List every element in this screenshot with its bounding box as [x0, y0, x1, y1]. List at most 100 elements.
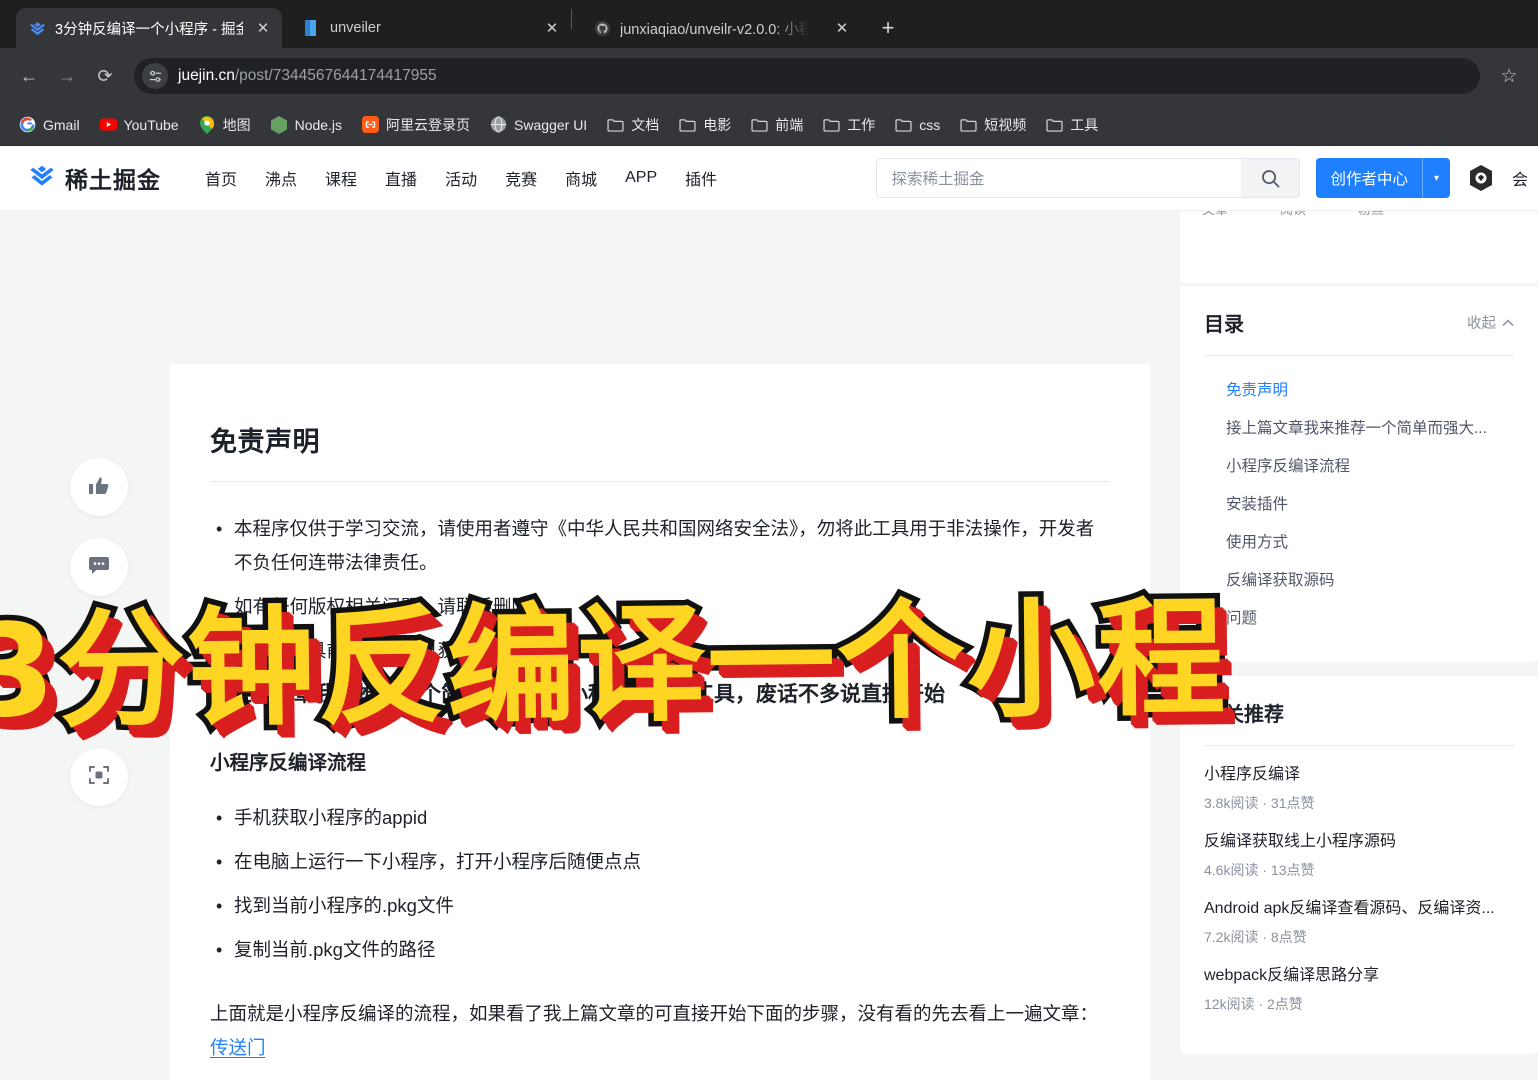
recommendation-title: 反编译获取线上小程序源码	[1204, 833, 1397, 850]
toc-item-3[interactable]: 安装插件	[1204, 486, 1514, 524]
bookmark-maps[interactable]: 地图	[190, 110, 260, 140]
bookmark-label: Swagger UI	[514, 116, 588, 133]
juejin-logo-icon	[28, 162, 56, 195]
comment-button[interactable]	[70, 538, 128, 596]
stat-label-reads: 阅读	[1280, 211, 1306, 218]
list-item: 手机获取小程序的appid	[210, 801, 1110, 835]
nav-item-live[interactable]: 直播	[371, 166, 431, 190]
toc-divider	[1204, 355, 1514, 356]
folder-icon	[960, 116, 977, 133]
list-item[interactable]: webpack反编译思路分享 12k阅读 · 2点赞	[1204, 963, 1514, 1014]
bookmark-youtube[interactable]: YouTube	[91, 111, 188, 138]
bookmark-label: 工具	[1070, 116, 1099, 133]
nav-item-feidian[interactable]: 沸点	[251, 166, 311, 190]
github-icon	[593, 19, 611, 37]
tab-divider	[571, 9, 572, 29]
reload-button[interactable]: ⟳	[88, 59, 122, 93]
search-box[interactable]: 探索稀土掘金	[876, 158, 1301, 198]
recommendation-title: webpack反编译思路分享	[1204, 967, 1380, 984]
author-stats-panel: 文章 阅读 粉丝	[1180, 211, 1538, 283]
nav-item-home[interactable]: 首页	[191, 166, 251, 190]
chevron-down-icon[interactable]: ▾	[1421, 158, 1450, 198]
nav-item-activity[interactable]: 活动	[431, 166, 491, 190]
bookmark-label: YouTube	[123, 116, 179, 133]
back-button[interactable]: ←	[12, 59, 46, 93]
address-bar[interactable]: juejin.cn/post/7344567644174417955	[134, 58, 1480, 94]
tab-title: unveiler	[330, 20, 381, 36]
like-button[interactable]	[70, 458, 128, 516]
bookmark-label: 工作	[847, 116, 876, 133]
forward-button[interactable]: →	[50, 59, 84, 93]
gmail-icon	[19, 116, 36, 133]
site-nav: 首页 沸点 课程 直播 活动 竞赛 商城 APP 插件	[191, 166, 731, 190]
toc-item-0[interactable]: 免责声明	[1204, 372, 1514, 410]
browser-tab-2[interactable]: junxiaqiao/unveilr-v2.0.0: 小程 ✕	[581, 8, 861, 48]
nav-item-plugin[interactable]: 插件	[671, 166, 731, 190]
nav-item-app[interactable]: APP	[611, 169, 671, 187]
toc-item-6[interactable]: 问题	[1204, 600, 1514, 638]
fullscreen-button[interactable]	[70, 748, 128, 806]
search-input[interactable]: 探索稀土掘金	[877, 167, 1241, 189]
browser-tab-0[interactable]: 3分钟反编译一个小程序 - 掘金 ✕	[16, 8, 282, 48]
juejin-icon	[28, 19, 46, 37]
bookmark-folder-duanshipin[interactable]: 短视频	[951, 110, 1035, 140]
tab-close-button[interactable]: ✕	[831, 17, 853, 39]
bookmark-folder-gongju[interactable]: 工具	[1037, 110, 1107, 140]
page-viewport: 稀土掘金 首页 沸点 课程 直播 活动 竞赛 商城 APP 插件 探索稀土掘金	[0, 146, 1538, 1080]
toc-collapse-button[interactable]: 收起	[1467, 312, 1514, 333]
toc-item-5[interactable]: 反编译获取源码	[1204, 562, 1514, 600]
folder-icon	[1046, 116, 1063, 133]
browser-toolbar: ← → ⟳ juejin.cn/post/7344567644174417955…	[0, 48, 1538, 104]
bookmark-aliyun[interactable]: 阿里云登录页	[353, 110, 479, 140]
bookmark-swagger-ui[interactable]: Swagger UI	[481, 111, 596, 138]
bookmark-folder-dianying[interactable]: 电影	[670, 110, 740, 140]
bookmark-folder-css[interactable]: css	[886, 111, 949, 138]
nav-item-mall[interactable]: 商城	[551, 166, 611, 190]
toc-item-2[interactable]: 小程序反编译流程	[1204, 448, 1514, 486]
chevron-up-icon	[1502, 315, 1514, 331]
toc-item-4[interactable]: 使用方式	[1204, 524, 1514, 562]
url-path: /post/7344567644174417955	[234, 67, 437, 84]
bookmark-folder-wendang[interactable]: 文档	[598, 110, 668, 140]
bookmark-star-icon[interactable]: ☆	[1492, 65, 1526, 88]
list-item: 本程序仅供于学习交流，请使用者遵守《中华人民共和国网络安全法》，勿将此工具用于非…	[210, 512, 1110, 580]
recommendations-card: 相关推荐 小程序反编译 3.8k阅读 · 31点赞 反编译获取线上小程序源码 4…	[1180, 676, 1538, 1054]
bookmark-nodejs[interactable]: Node.js	[262, 111, 351, 138]
bookmark-gmail[interactable]: Gmail	[10, 111, 89, 138]
author-stats-row: 文章 阅读 粉丝	[1180, 211, 1538, 218]
search-icon[interactable]	[1241, 159, 1300, 197]
youtube-icon	[99, 116, 117, 133]
tab-close-button[interactable]: ✕	[541, 17, 563, 39]
list-item[interactable]: 小程序反编译 3.8k阅读 · 31点赞	[1204, 762, 1514, 813]
recommendation-meta: 7.2k阅读 · 8点赞	[1204, 929, 1307, 945]
vip-label[interactable]: 会	[1512, 166, 1528, 190]
recommendations-title: 相关推荐	[1204, 704, 1284, 726]
bookmark-folder-qianduan[interactable]: 前端	[742, 110, 812, 140]
recommendations-divider	[1204, 745, 1514, 746]
vip-badge-icon[interactable]	[1466, 163, 1496, 193]
recommendation-title: 小程序反编译	[1204, 766, 1301, 783]
browser-tab-1[interactable]: unveiler ✕	[291, 8, 571, 48]
aliyun-icon	[362, 116, 380, 133]
header-right: 探索稀土掘金 创作者中心 ▾ 会	[876, 158, 1538, 198]
recommendation-meta: 4.6k阅读 · 13点赞	[1204, 862, 1315, 878]
new-tab-button[interactable]: +	[871, 11, 905, 45]
globe-icon	[490, 116, 507, 133]
page-title: 免责声明	[210, 427, 320, 457]
site-logo[interactable]: 稀土掘金	[28, 161, 161, 195]
list-item[interactable]: 反编译获取线上小程序源码 4.6k阅读 · 13点赞	[1204, 829, 1514, 880]
tab-close-button[interactable]: ✕	[252, 17, 274, 39]
bookmark-folder-gongzuo[interactable]: 工作	[814, 110, 884, 140]
folder-icon	[895, 116, 912, 133]
creator-center-button[interactable]: 创作者中心 ▾	[1316, 158, 1450, 198]
list-item: 找到当前小程序的.pkg文件	[210, 889, 1110, 923]
nav-item-course[interactable]: 课程	[311, 166, 371, 190]
list-item[interactable]: Android apk反编译查看源码、反编译资... 7.2k阅读 · 8点赞	[1204, 896, 1514, 947]
recommendation-title: Android apk反编译查看源码、反编译资...	[1204, 900, 1495, 917]
folder-icon	[751, 116, 768, 133]
transfer-link[interactable]: 传送门	[210, 1037, 266, 1058]
toc-item-1[interactable]: 接上篇文章我来推荐一个简单而强大...	[1204, 410, 1514, 448]
list-item: 在电脑上运行一下小程序，打开小程序后随便点点	[210, 845, 1110, 879]
tune-icon[interactable]	[142, 63, 168, 89]
nav-item-contest[interactable]: 竞赛	[491, 166, 551, 190]
